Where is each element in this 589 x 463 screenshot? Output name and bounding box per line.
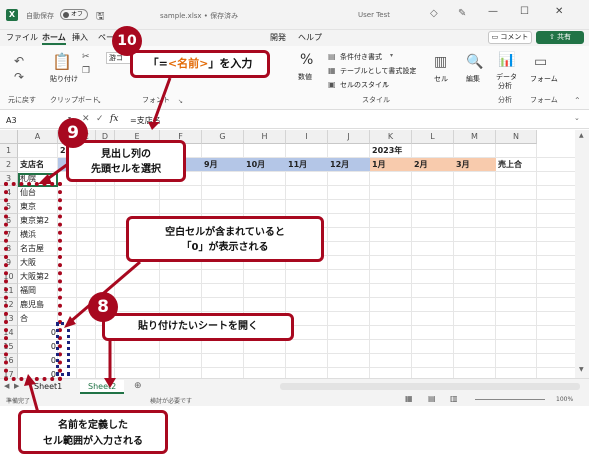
arrow-10-head — [148, 122, 160, 130]
callout-blank-line2: 「0」が表示される — [181, 242, 269, 253]
callout-10: 「=<名前>」を入力 — [130, 50, 270, 78]
callout-10-text: 「=<名前>」を入力 — [147, 57, 253, 70]
callout-8: 貼り付けたいシートを開く — [102, 313, 294, 341]
arrow-10 — [152, 77, 172, 123]
callout-9: 見出し列の 先頭セルを選択 — [66, 140, 186, 182]
callout-8-text: 貼り付けたいシートを開く — [138, 321, 258, 332]
badge-8: 8 — [88, 292, 118, 322]
callout-bottom-line2: セル範囲が入力される — [43, 436, 143, 447]
callout-bottom: 名前を定義した セル範囲が入力される — [18, 410, 168, 454]
callout-9-line2: 先頭セルを選択 — [91, 164, 161, 175]
arrow-8-head — [104, 378, 116, 388]
badge-9: 9 — [58, 118, 88, 148]
callout-bottom-line1: 名前を定義した — [58, 420, 128, 431]
arrow-bottom-head — [24, 374, 36, 386]
callout-9-line1: 見出し列の — [101, 149, 151, 160]
callout-blank-line1: 空白セルが含まれていると — [165, 227, 285, 238]
callout-blank: 空白セルが含まれていると 「0」が表示される — [126, 216, 324, 262]
badge-10: 10 — [112, 26, 142, 56]
